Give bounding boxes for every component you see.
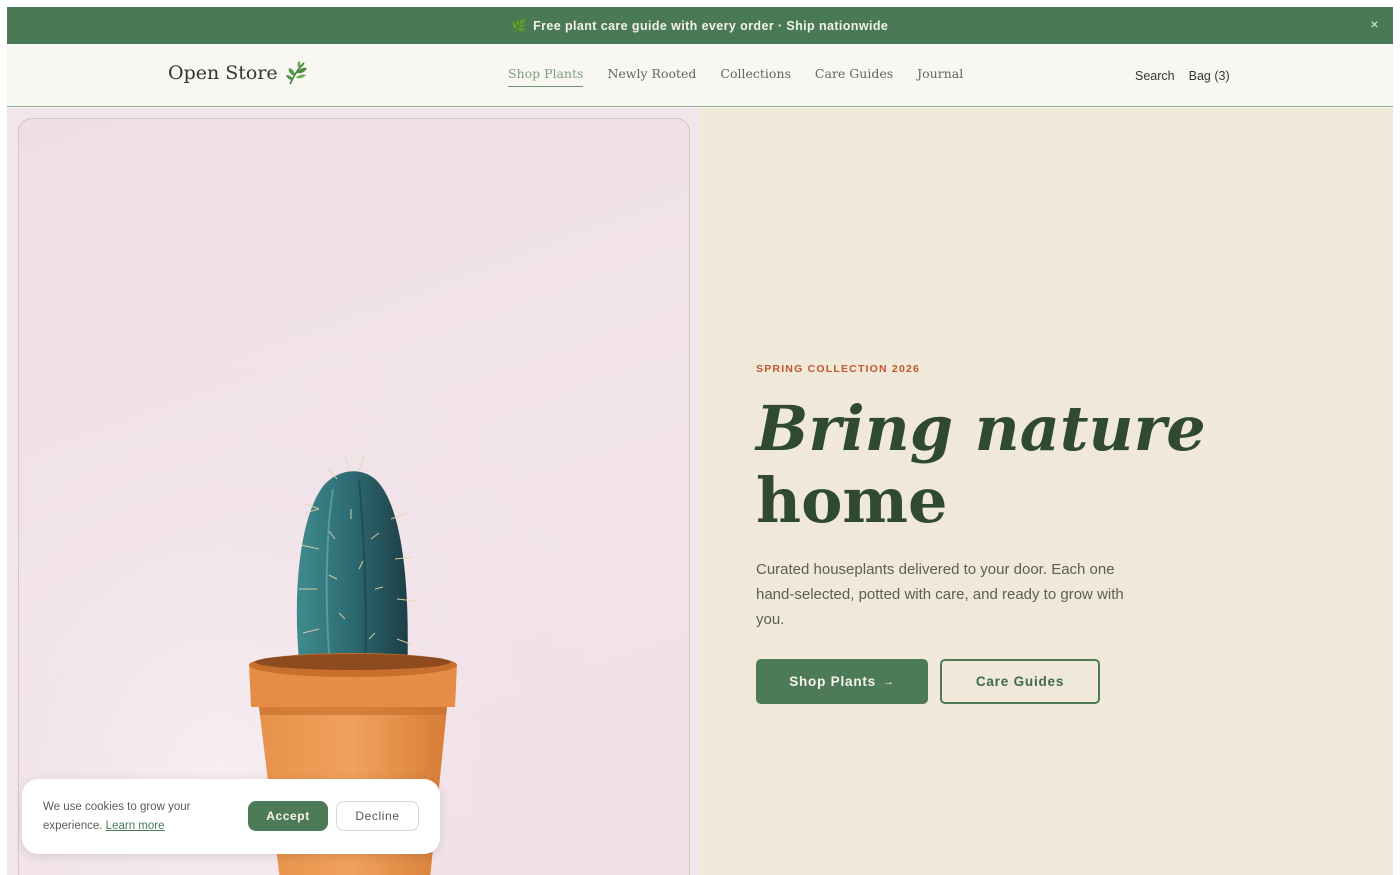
page-frame: 🌿 Free plant care guide with every order… xyxy=(7,7,1393,875)
accept-cookies-button[interactable]: Accept xyxy=(248,801,328,831)
announcement-bar: 🌿 Free plant care guide with every order… xyxy=(7,7,1393,44)
nav-item-newly-rooted[interactable]: Newly Rooted xyxy=(607,66,696,87)
hero-headline-line1: Bring nature xyxy=(756,392,1206,465)
hero-headline: Bring nature home xyxy=(756,393,1206,537)
bag-link[interactable]: Bag (3) xyxy=(1189,69,1230,83)
main-nav: Shop Plants Newly Rooted Collections Car… xyxy=(508,66,987,87)
nav-item-collections[interactable]: Collections xyxy=(720,66,791,87)
logo-text: Open Store xyxy=(168,62,278,84)
nav-item-care-guides[interactable]: Care Guides xyxy=(815,66,893,87)
announcement-text: Free plant care guide with every order ·… xyxy=(533,18,889,33)
hero-eyebrow: SPRING COLLECTION 2026 xyxy=(756,363,921,375)
care-guides-button-label: Care Guides xyxy=(975,674,1065,689)
header-utilities: Search Bag (3) xyxy=(1135,69,1230,83)
cookie-message: We use cookies to grow your experience. … xyxy=(43,798,233,836)
leaf-sprig-icon xyxy=(285,61,307,85)
hero-image-panel xyxy=(7,108,700,875)
search-link[interactable]: Search xyxy=(1135,69,1175,83)
cactus-illustration xyxy=(19,119,689,875)
decline-cookies-button[interactable]: Decline xyxy=(336,801,419,831)
hero-subtext: Curated houseplants delivered to your do… xyxy=(756,561,1124,628)
hero-cactus-photo xyxy=(18,118,690,875)
care-guides-button[interactable]: Care Guides xyxy=(940,659,1100,704)
logo[interactable]: Open Store xyxy=(168,60,311,86)
nav-item-shop-plants[interactable]: Shop Plants xyxy=(508,66,584,87)
cookie-banner: We use cookies to grow your experience. … xyxy=(22,779,440,854)
close-icon[interactable]: × xyxy=(1370,16,1379,32)
leaf-icon: 🌿 xyxy=(511,18,528,33)
arrow-right-icon: → xyxy=(883,675,895,688)
hero-content-panel: SPRING COLLECTION 2026 Bring nature home… xyxy=(700,108,1393,875)
nav-item-journal[interactable]: Journal xyxy=(917,66,963,87)
learn-more-link[interactable]: Learn more xyxy=(106,820,165,832)
shop-plants-button[interactable]: Shop Plants → xyxy=(756,659,928,704)
hero-headline-line2: home xyxy=(756,464,948,537)
shop-plants-button-label: Shop Plants xyxy=(789,674,876,689)
site-header: Open Store Shop Plants Newly Rooted Coll… xyxy=(7,44,1393,107)
